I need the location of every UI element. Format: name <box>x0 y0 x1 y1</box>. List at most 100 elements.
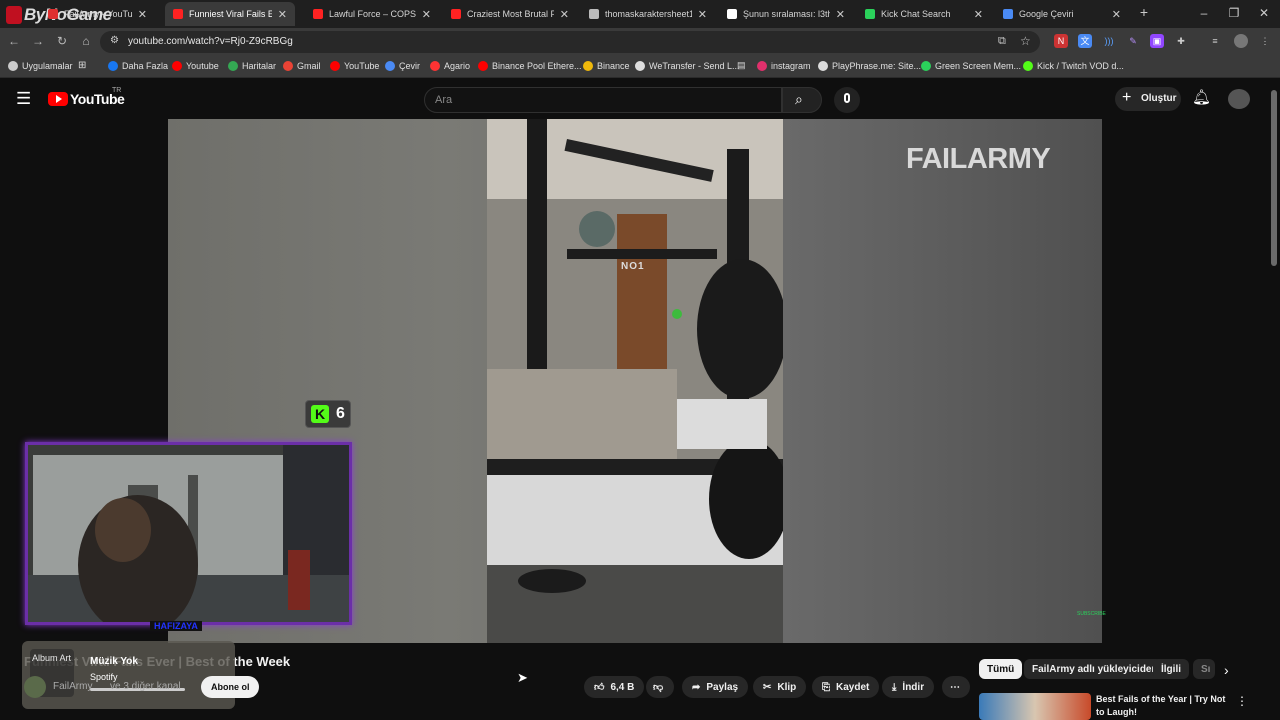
forward-icon[interactable]: → <box>30 34 46 48</box>
channel-name[interactable]: FailArmy <box>53 681 92 692</box>
save-button[interactable]: ⎘ Kaydet <box>812 676 880 698</box>
browser-tab[interactable]: Funniest Viral Fails Eve ✕ <box>165 2 295 26</box>
bookmark-item[interactable]: Uygulamalar <box>8 61 73 71</box>
bookmark-item[interactable]: Daha Fazla <box>108 61 168 71</box>
reading-list-icon[interactable]: ≡ <box>1208 34 1222 48</box>
minimize-button[interactable]: – <box>1196 6 1212 20</box>
tab-close-icon[interactable]: ✕ <box>836 8 845 21</box>
browser-tab[interactable]: Şunun sıralaması: l3thien ✕ <box>719 2 853 26</box>
page-scrollbar[interactable] <box>1271 90 1277 266</box>
home-icon[interactable]: ⌂ <box>78 34 94 48</box>
bookmark-favicon-icon <box>228 61 238 71</box>
back-icon[interactable]: ← <box>6 34 22 48</box>
dislike-button[interactable]: 👎︎ <box>646 676 674 698</box>
bookmark-favicon-icon <box>430 61 440 71</box>
notifications-bell-icon[interactable]: 🔔︎ <box>1192 88 1211 106</box>
bookmark-label: Kick / Twitch VOD d... <box>1037 61 1124 71</box>
extensions-puzzle-icon[interactable]: ✚ <box>1174 34 1188 48</box>
recommendation-title[interactable]: Best Fails of the Year | Try Not to Laug… <box>1096 693 1230 719</box>
recommendation-menu-icon[interactable]: ⋮ <box>1236 694 1248 708</box>
channel-extra[interactable]: ve 3 diğer kanal <box>110 681 181 692</box>
bookmark-label: instagram <box>771 61 811 71</box>
browser-tab[interactable]: FailArmy - YouTube ✕ <box>40 2 155 26</box>
browser-tab[interactable]: Kick Chat Search ✕ <box>857 2 991 26</box>
bookmark-item[interactable]: Youtube <box>172 61 219 71</box>
tab-favicon-icon <box>727 9 737 19</box>
apps-grid-icon[interactable]: ⊞ <box>78 60 86 71</box>
more-actions-button[interactable]: ⋯ <box>942 676 970 698</box>
search-button[interactable]: ⌕ <box>782 87 822 113</box>
youtube-header: ☰ YouTube TR Ara ⌕ + Oluştur 🔔︎ <box>0 79 1280 119</box>
bookmark-item[interactable]: Çevir <box>385 61 420 71</box>
tab-close-icon[interactable]: ✕ <box>278 8 287 21</box>
search-icon: ⌕ <box>795 91 803 107</box>
bookmark-label: Uygulamalar <box>22 61 73 71</box>
reload-icon[interactable]: ↻ <box>54 34 70 48</box>
extension-pen-icon[interactable]: ✎ <box>1126 34 1140 48</box>
profile-avatar[interactable] <box>1234 34 1248 48</box>
hamburger-menu-icon[interactable]: ☰ <box>16 89 31 109</box>
youtube-logo[interactable]: YouTube TR <box>48 87 138 109</box>
bookmark-label: Binance Pool Ethere... <box>492 61 582 71</box>
tab-close-icon[interactable]: ✕ <box>974 8 983 21</box>
browser-tab[interactable]: Craziest Most Brutal Polic ✕ <box>443 2 577 26</box>
download-button[interactable]: ⤓ İndir <box>882 676 935 698</box>
create-button[interactable]: + Oluştur <box>1115 87 1181 111</box>
filter-chip[interactable]: İlgili <box>1153 659 1189 679</box>
bookmark-label: Binance <box>597 61 630 71</box>
tab-close-icon[interactable]: ✕ <box>698 8 707 21</box>
channel-avatar[interactable] <box>24 676 46 698</box>
tab-close-icon[interactable]: ✕ <box>1112 8 1121 21</box>
bookmark-item[interactable]: Green Screen Mem... <box>921 61 1021 71</box>
bookmark-item[interactable]: YouTube <box>330 61 379 71</box>
account-avatar[interactable] <box>1228 89 1250 109</box>
bookmark-folder-icon[interactable]: ▤ <box>737 60 746 71</box>
bookmark-item[interactable]: PlayPhrase.me: Site... <box>818 61 921 71</box>
tab-close-icon[interactable]: ✕ <box>560 8 569 21</box>
restore-button[interactable]: ❐ <box>1226 6 1242 20</box>
filter-chip[interactable]: Tümü <box>979 659 1023 679</box>
bookmark-label: Haritalar <box>242 61 277 71</box>
clip-button[interactable]: ✂ Klip <box>753 676 807 698</box>
close-window-button[interactable]: ✕ <box>1256 6 1272 20</box>
search-input[interactable]: Ara <box>424 87 782 113</box>
bookmark-item[interactable]: Gmail <box>283 61 321 71</box>
subscribe-button[interactable]: Abone ol <box>201 676 259 698</box>
extension-twitch-icon[interactable]: ▣ <box>1150 34 1164 48</box>
share-button[interactable]: ➦ Paylaş <box>682 676 749 698</box>
bookmark-item[interactable]: Binance <box>583 61 630 71</box>
extension-translate-icon[interactable]: 文 <box>1078 34 1092 48</box>
plus-icon: + <box>1122 89 1132 106</box>
recommendation-thumbnail[interactable] <box>979 693 1091 720</box>
browser-menu-icon[interactable]: ⋮ <box>1258 34 1272 48</box>
like-button[interactable]: 👍︎ 6,4 B <box>584 676 644 698</box>
site-info-icon[interactable]: ⚙ <box>110 35 119 46</box>
browser-tab[interactable]: Lawful Force – COPSCAM ✕ <box>305 2 439 26</box>
thumbs-down-icon: 👎︎ <box>653 682 664 693</box>
address-bar[interactable]: ⚙ youtube.com/watch?v=Rj0-Z9cRBGg ⧉ ☆ <box>100 31 1040 53</box>
tab-close-icon[interactable]: ✕ <box>422 8 431 21</box>
extension-audio-icon[interactable]: ))) <box>1102 34 1116 48</box>
extension-new-icon[interactable]: N <box>1054 34 1068 48</box>
bookmark-star-icon[interactable]: ☆ <box>1020 34 1031 48</box>
bookmark-item[interactable]: Haritalar <box>228 61 276 71</box>
thumbs-up-icon: 👍︎ <box>594 682 605 693</box>
bookmark-item[interactable]: instagram <box>757 61 811 71</box>
chips-next-arrow-icon[interactable]: › <box>1224 662 1229 678</box>
voice-search-button[interactable] <box>834 87 860 113</box>
filter-chip[interactable]: Sı <box>1193 659 1215 679</box>
install-app-icon[interactable]: ⧉ <box>998 35 1006 48</box>
browser-tab[interactable]: thomaskaraktersheet123 ✕ <box>581 2 715 26</box>
bookmark-item[interactable]: Binance Pool Ethere... <box>478 61 582 71</box>
bookmark-item[interactable]: Agario <box>430 61 470 71</box>
tab-label: Google Çeviri <box>1019 9 1074 19</box>
bookmark-item[interactable]: Kick / Twitch VOD d... <box>1023 61 1124 71</box>
tab-favicon-icon <box>865 9 875 19</box>
filter-chip[interactable]: FailArmy adlı yükleyiciden <box>1024 659 1166 679</box>
bookmark-item[interactable]: WeTransfer - Send L... <box>635 61 740 71</box>
browser-tab[interactable]: Google Çeviri ✕ <box>995 2 1129 26</box>
new-tab-button[interactable]: + <box>1136 4 1152 20</box>
region-code: TR <box>112 87 122 94</box>
tab-close-icon[interactable]: ✕ <box>138 8 147 21</box>
webcam-scene <box>28 445 349 635</box>
